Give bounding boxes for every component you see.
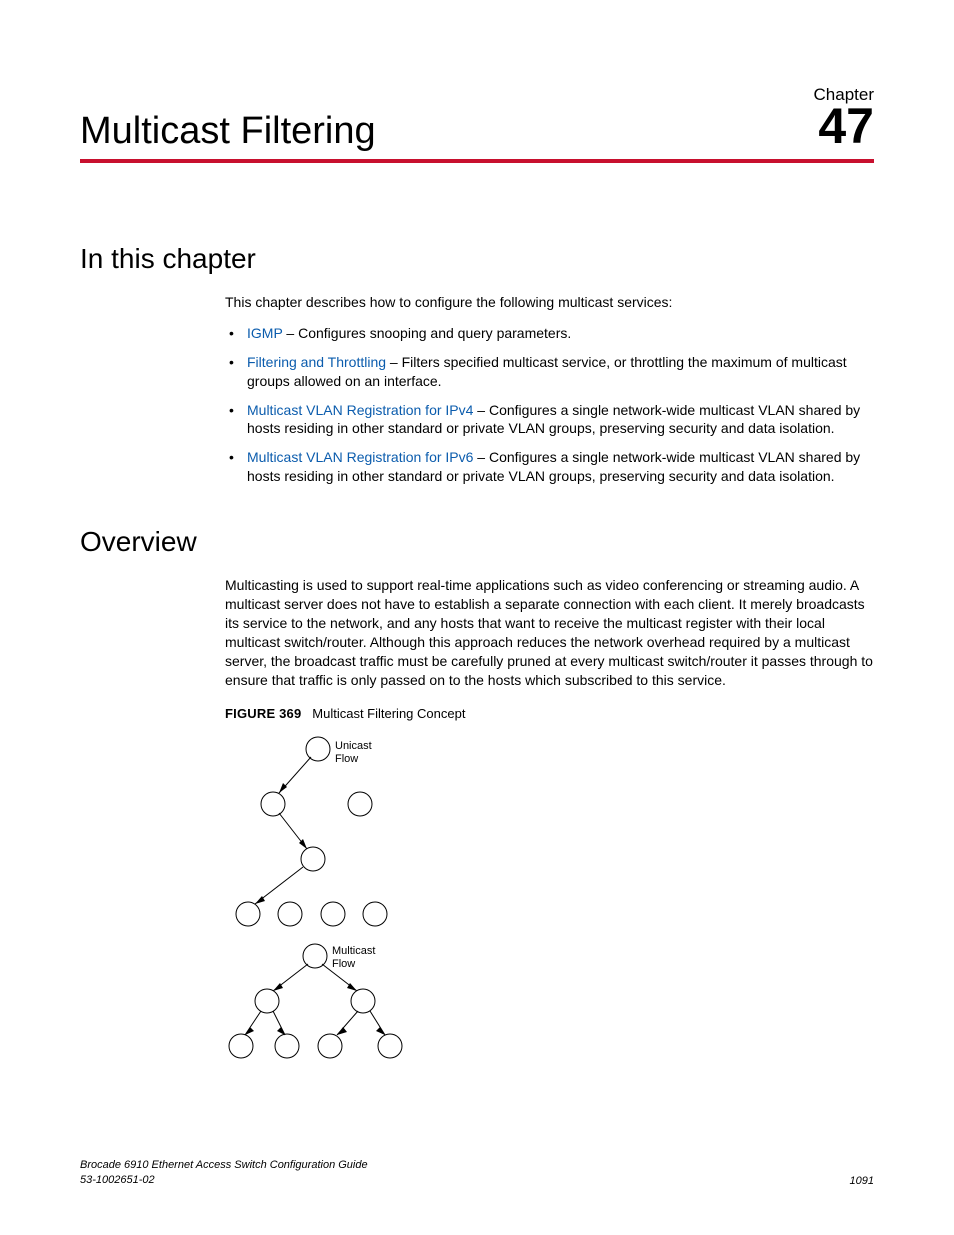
header-rule [80, 159, 874, 163]
list-item: Filtering and Throttling – Filters speci… [225, 353, 874, 391]
chapter-number: 47 [818, 101, 874, 151]
link-igmp[interactable]: IGMP [247, 325, 283, 341]
figure-title: Multicast Filtering Concept [312, 706, 465, 721]
page-footer: Brocade 6910 Ethernet Access Switch Conf… [80, 1158, 874, 1187]
section-heading-in-this-chapter: In this chapter [80, 243, 874, 275]
figure-number: FIGURE 369 [225, 706, 301, 721]
overview-body: Multicasting is used to support real-tim… [225, 576, 874, 1064]
topic-list: IGMP – Configures snooping and query par… [225, 324, 874, 486]
multicast-label-1: Multicast [332, 945, 375, 957]
link-mvr-ipv6[interactable]: Multicast VLAN Registration for IPv6 [247, 449, 473, 465]
list-item: IGMP – Configures snooping and query par… [225, 324, 874, 343]
in-this-chapter-body: This chapter describes how to configure … [225, 293, 874, 486]
list-item: Multicast VLAN Registration for IPv6 – C… [225, 448, 874, 486]
link-mvr-ipv4[interactable]: Multicast VLAN Registration for IPv4 [247, 402, 473, 418]
chapter-header: Multicast Filtering 47 [80, 101, 874, 153]
footer-doc-number: 53-1002651-02 [80, 1173, 368, 1187]
figure-diagram: Unicast Flow [225, 729, 874, 1064]
unicast-label-1: Unicast [335, 740, 372, 752]
overview-paragraph: Multicasting is used to support real-tim… [225, 576, 874, 689]
unicast-label-2: Flow [335, 753, 358, 765]
section-heading-overview: Overview [80, 526, 874, 558]
figure-caption: FIGURE 369 Multicast Filtering Concept [225, 705, 874, 723]
footer-page-number: 1091 [850, 1175, 874, 1187]
chapter-title: Multicast Filtering [80, 110, 376, 153]
list-item-text: – Configures snooping and query paramete… [283, 325, 572, 341]
footer-book-title: Brocade 6910 Ethernet Access Switch Conf… [80, 1158, 368, 1172]
list-item: Multicast VLAN Registration for IPv4 – C… [225, 401, 874, 439]
intro-text: This chapter describes how to configure … [225, 293, 874, 312]
multicast-label-2: Flow [332, 958, 355, 970]
link-filtering-throttling[interactable]: Filtering and Throttling [247, 354, 386, 370]
